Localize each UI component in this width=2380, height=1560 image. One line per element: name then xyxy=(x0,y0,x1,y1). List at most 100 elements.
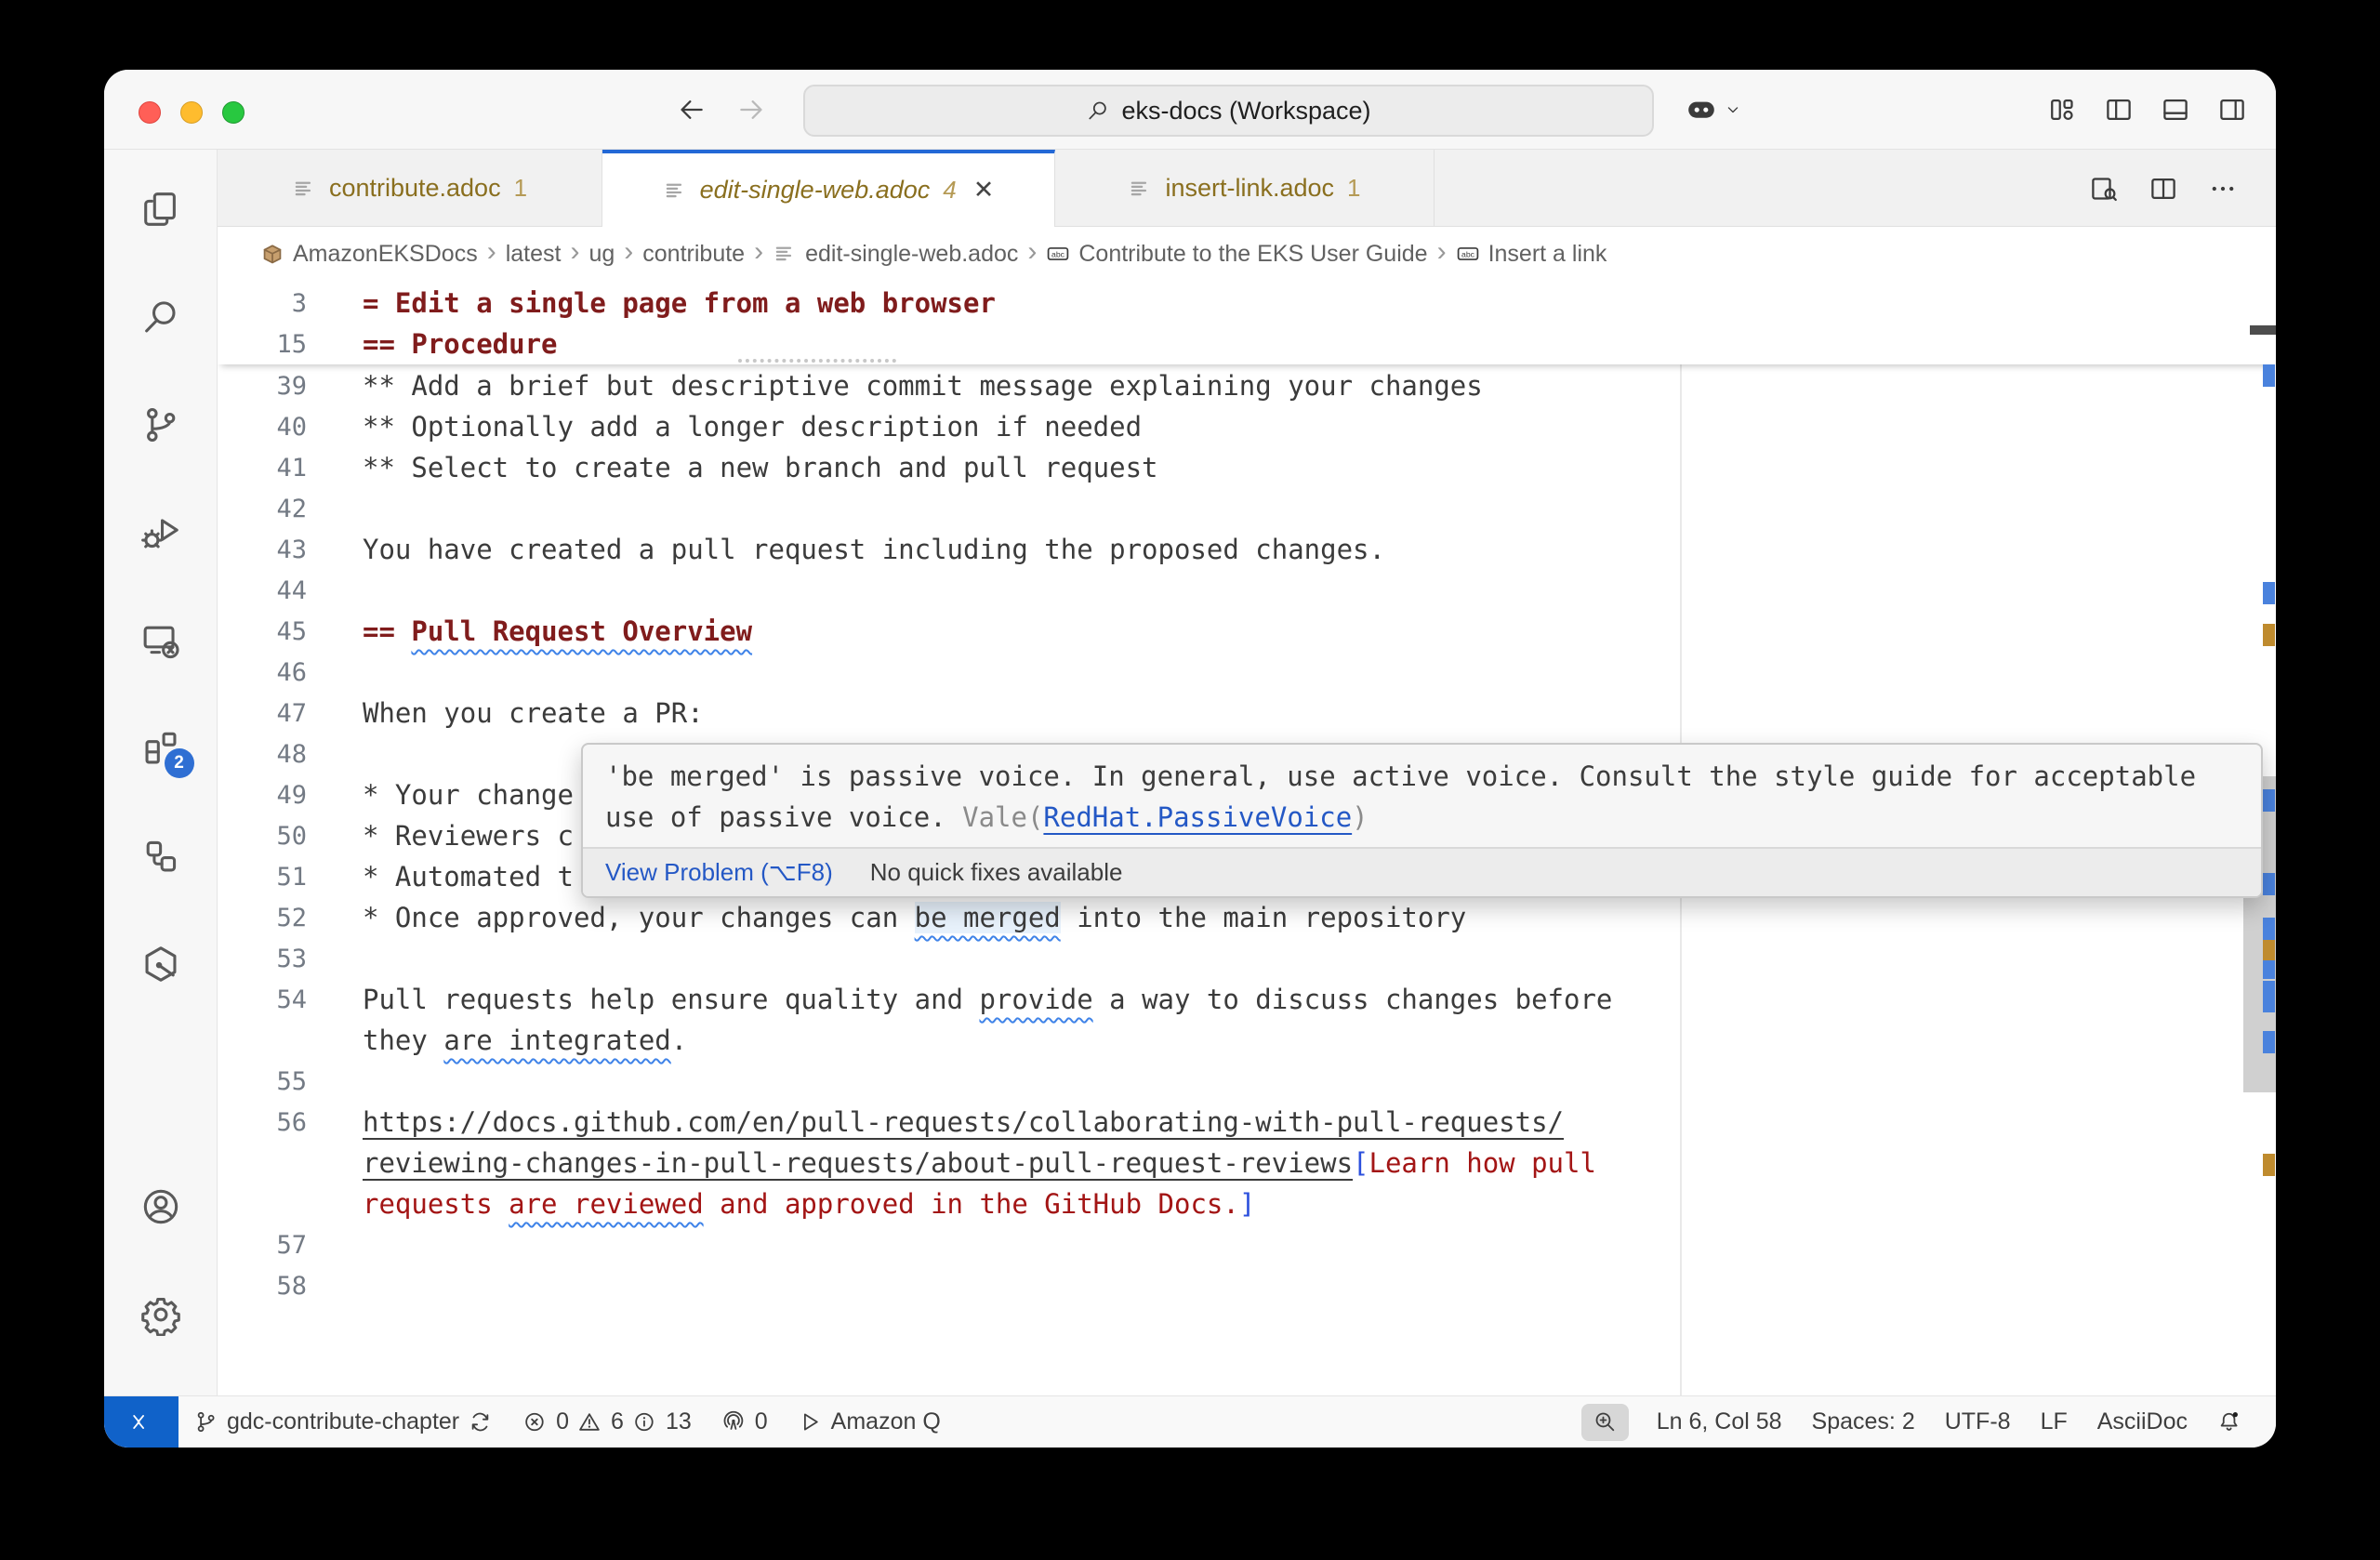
code-line[interactable]: 55 xyxy=(218,1061,2239,1102)
view-problem-button[interactable]: View Problem (⌥F8) xyxy=(605,858,833,887)
status-language-mode[interactable]: AsciiDoc xyxy=(2082,1396,2202,1448)
line-number: 3 xyxy=(218,289,307,318)
activity-item-search[interactable] xyxy=(135,291,187,343)
command-center-search[interactable]: eks-docs (Workspace) xyxy=(803,85,1654,137)
breadcrumb-item-amazoneksdocs[interactable]: AmazonEKSDocs xyxy=(260,241,478,268)
file-icon xyxy=(663,178,687,203)
code-line[interactable]: 39** Add a brief but descriptive commit … xyxy=(218,365,2239,406)
code-line[interactable]: 40 ** Optionally add a longer description… xyxy=(218,406,2239,447)
code-line[interactable]: 56https://docs.github.com/en/pull-reques… xyxy=(218,1102,2239,1143)
close-tab-icon[interactable]: ✕ xyxy=(973,176,995,205)
line-number: 40 xyxy=(218,413,307,442)
status-cursor-position[interactable]: Ln 6, Col 58 xyxy=(1642,1396,1797,1448)
line-number: 50 xyxy=(218,822,307,851)
breadcrumb-item-edit-single-web-adoc[interactable]: edit-single-web.adoc xyxy=(773,241,1018,268)
breadcrumb-label: edit-single-web.adoc xyxy=(805,241,1018,268)
status-forwarded-ports[interactable]: 0 xyxy=(707,1396,783,1448)
code-text: ** Optionally add a longer description i… xyxy=(307,411,1142,443)
code-line[interactable]: 57 xyxy=(218,1224,2239,1265)
status-zoom-indicator[interactable] xyxy=(1581,1404,1629,1441)
status-remote-indicator[interactable] xyxy=(104,1396,178,1448)
more-actions-icon[interactable] xyxy=(2207,173,2239,205)
code-line[interactable]: requests are reviewed and approved in th… xyxy=(218,1183,2239,1224)
breadcrumb-item-ug[interactable]: ug xyxy=(588,241,615,268)
code-segment: ** Optionally add a longer description i… xyxy=(363,411,1142,443)
code-segment: [ xyxy=(1353,1147,1368,1179)
breadcrumb-separator-icon: › xyxy=(1018,236,1046,271)
code-segment: reviewing-changes-in-pull-requests/about… xyxy=(363,1147,1353,1179)
status-end-of-line[interactable]: LF xyxy=(2026,1396,2082,1448)
activity-item-extensions[interactable]: 2 xyxy=(135,722,187,774)
code-line[interactable]: 47When you create a PR: xyxy=(218,693,2239,734)
breadcrumb-item-insert-a-link[interactable]: abcInsert a link xyxy=(1456,241,1607,268)
status-indentation[interactable]: Spaces: 2 xyxy=(1797,1396,1930,1448)
code-line[interactable]: 45== Pull Request Overview xyxy=(218,611,2239,652)
tab-contribute.adoc[interactable]: contribute.adoc1 xyxy=(218,150,602,227)
code-line[interactable]: 44 xyxy=(218,570,2239,611)
code-line[interactable]: 15== Procedure xyxy=(218,324,2276,364)
activity-item-settings[interactable] xyxy=(135,1289,187,1341)
status-git-branch[interactable]: gdc-contribute-chapter xyxy=(178,1396,508,1448)
status-problems[interactable]: 0613 xyxy=(508,1396,707,1448)
code-line[interactable]: reviewing-changes-in-pull-requests/about… xyxy=(218,1143,2239,1183)
zoomIn-icon xyxy=(1593,1409,1618,1434)
workbench-main: 2 contribute.adoc1edit-single-web.adoc4✕… xyxy=(104,150,2276,1396)
status-text: 6 xyxy=(611,1408,624,1435)
tab-problem-badge: 1 xyxy=(1347,174,1360,203)
code-line[interactable]: 3= Edit a single page from a web browser xyxy=(218,283,2276,324)
open-preview-icon[interactable] xyxy=(2088,173,2120,205)
code-line[interactable]: 43You have created a pull request includ… xyxy=(218,529,2239,570)
breadcrumb-item-contribute[interactable]: contribute xyxy=(642,241,745,268)
code-text: ** Add a brief but descriptive commit me… xyxy=(307,370,1483,402)
vale-rule-link[interactable]: RedHat.PassiveVoice xyxy=(1043,801,1352,833)
split-editor-icon[interactable] xyxy=(2148,173,2179,205)
back-icon[interactable] xyxy=(676,94,707,126)
status-encoding[interactable]: UTF-8 xyxy=(1930,1396,2026,1448)
tab-edit-single-web.adoc[interactable]: edit-single-web.adoc4✕ xyxy=(602,150,1055,227)
copilot-menu[interactable] xyxy=(1685,70,1742,149)
activity-item-application-composer[interactable] xyxy=(135,830,187,882)
code-line[interactable]: they are integrated. xyxy=(218,1020,2239,1061)
activity-item-remote-explorer[interactable] xyxy=(135,615,187,667)
errorCircle-icon xyxy=(522,1409,548,1434)
activity-bar: 2 xyxy=(104,150,218,1396)
status-amazon-q[interactable]: Amazon Q xyxy=(783,1396,956,1448)
status-text: 0 xyxy=(556,1408,569,1435)
breadcrumb-label: latest xyxy=(506,241,562,268)
code-line[interactable]: 41** Select to create a new branch and p… xyxy=(218,447,2239,488)
activity-item-amazon-q[interactable] xyxy=(135,938,187,990)
activity-item-accounts[interactable] xyxy=(135,1181,187,1233)
overview-marker-info xyxy=(2263,1031,2275,1053)
vscode-window: eks-docs (Workspace) 2 contribute.adoc1e… xyxy=(104,70,2276,1448)
code-segment: Pull requests help ensure quality and xyxy=(363,984,979,1015)
activity-item-run-and-debug[interactable] xyxy=(135,507,187,559)
activity-item-source-control[interactable] xyxy=(135,399,187,451)
status-text: AsciiDoc xyxy=(2097,1408,2188,1435)
code-text: https://docs.github.com/en/pull-requests… xyxy=(307,1106,1564,1138)
toggle-primary-sidebar-icon[interactable] xyxy=(2103,94,2135,126)
code-line[interactable]: 53 xyxy=(218,938,2239,979)
breadcrumb-item-latest[interactable]: latest xyxy=(506,241,562,268)
code-line[interactable]: 46 xyxy=(218,652,2239,693)
toggle-secondary-sidebar-icon[interactable] xyxy=(2216,94,2248,126)
code-line[interactable]: 58 xyxy=(218,1265,2239,1306)
minimize-window-button[interactable] xyxy=(180,101,203,124)
toggle-panel-icon[interactable] xyxy=(2160,94,2191,126)
remote-icon xyxy=(129,1409,154,1434)
code-segment: ** Select to create a new branch and pul… xyxy=(363,452,1158,483)
code-text: reviewing-changes-in-pull-requests/about… xyxy=(307,1147,1596,1179)
code-line[interactable]: 42 xyxy=(218,488,2239,529)
code-line[interactable]: 52* Once approved, your changes can be m… xyxy=(218,897,2239,938)
tab-insert-link.adoc[interactable]: insert-link.adoc1 xyxy=(1055,150,1435,227)
status-notifications[interactable] xyxy=(2202,1396,2257,1448)
activity-item-explorer[interactable] xyxy=(135,183,187,235)
zoom-window-button[interactable] xyxy=(222,101,245,124)
code-segment: they xyxy=(363,1025,443,1056)
line-number: 39 xyxy=(218,372,307,401)
customize-layout-icon[interactable] xyxy=(2046,94,2078,126)
editor[interactable]: 39** Add a brief but descriptive commit … xyxy=(218,281,2276,1396)
close-window-button[interactable] xyxy=(139,101,161,124)
code-line[interactable]: 54Pull requests help ensure quality and … xyxy=(218,979,2239,1020)
breadcrumb-item-contribute-to-the-eks-user-guide[interactable]: abcContribute to the EKS User Guide xyxy=(1046,241,1427,268)
code-text: == Pull Request Overview xyxy=(307,615,752,647)
